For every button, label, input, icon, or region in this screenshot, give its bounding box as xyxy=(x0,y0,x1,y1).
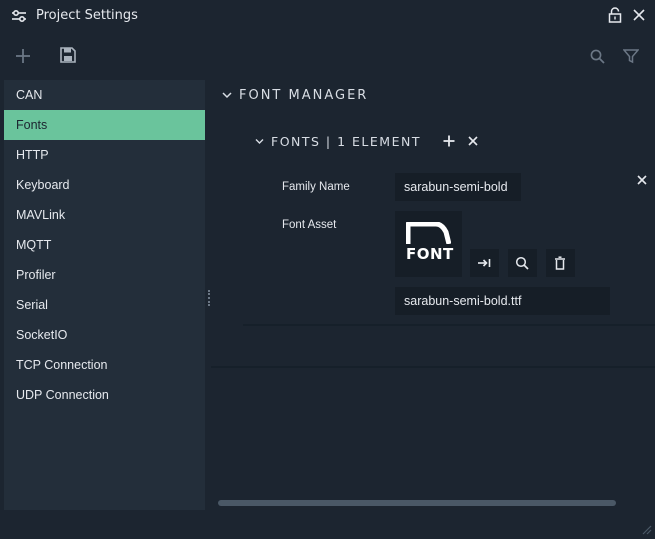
close-icon[interactable] xyxy=(632,8,646,22)
family-name-field[interactable]: sarabun-semi-bold xyxy=(395,173,521,201)
lock-icon[interactable] xyxy=(608,7,622,23)
find-asset-button[interactable] xyxy=(508,249,537,277)
sidebar-item-keyboard[interactable]: Keyboard xyxy=(4,170,205,200)
sidebar-item-http[interactable]: HTTP xyxy=(4,140,205,170)
status-bar xyxy=(0,516,655,539)
sidebar-item-mavlink[interactable]: MAVLink xyxy=(4,200,205,230)
family-name-label: Family Name xyxy=(282,181,350,193)
toolbar xyxy=(0,36,655,74)
fonts-list-header: FONTS | 1 ELEMENT xyxy=(271,134,421,149)
sidebar-item-serial[interactable]: Serial xyxy=(4,290,205,320)
sidebar-item-socketio[interactable]: SocketIO xyxy=(4,320,205,350)
main-panel: FONT MANAGER FONTS | 1 ELEMENT Family Na… xyxy=(211,80,655,510)
window-title: Project Settings xyxy=(36,8,138,23)
sidebar-item-tcp-connection[interactable]: TCP Connection xyxy=(4,350,205,380)
font-file-icon xyxy=(406,222,451,244)
clear-asset-button[interactable] xyxy=(546,249,575,277)
add-element-icon[interactable] xyxy=(443,135,455,147)
chevron-down-icon[interactable] xyxy=(255,137,264,146)
splitter-handle[interactable] xyxy=(208,290,210,306)
resize-grip-icon[interactable] xyxy=(640,523,652,535)
font-asset-filename[interactable]: sarabun-semi-bold.ttf xyxy=(395,287,610,315)
chevron-down-icon[interactable] xyxy=(222,90,232,100)
plus-icon[interactable] xyxy=(15,48,31,64)
font-asset-label: Font Asset xyxy=(282,219,337,231)
sidebar-item-udp-connection[interactable]: UDP Connection xyxy=(4,380,205,410)
section-divider xyxy=(211,366,655,368)
remove-element-icon[interactable] xyxy=(637,175,647,185)
search-icon xyxy=(515,256,529,270)
sliders-icon xyxy=(12,9,26,23)
trash-icon xyxy=(555,256,565,270)
assign-asset-button[interactable] xyxy=(470,249,499,277)
save-icon[interactable] xyxy=(60,47,76,63)
filter-icon[interactable] xyxy=(623,48,639,64)
sidebar-item-mqtt[interactable]: MQTT xyxy=(4,230,205,260)
sidebar-item-can[interactable]: CAN xyxy=(4,80,205,110)
sidebar: CAN Fonts HTTP Keyboard MAVLink MQTT Pro… xyxy=(4,80,205,510)
clear-list-icon[interactable] xyxy=(468,136,478,146)
font-asset-thumbnail[interactable]: FONT xyxy=(395,211,462,277)
horizontal-scrollbar[interactable] xyxy=(218,500,616,506)
sidebar-item-fonts[interactable]: Fonts xyxy=(4,110,205,140)
arrow-to-line-icon xyxy=(478,259,491,267)
title-bar: Project Settings xyxy=(0,0,655,32)
font-manager-title: FONT MANAGER xyxy=(239,88,369,103)
font-thumb-label: FONT xyxy=(406,245,454,263)
search-icon[interactable] xyxy=(590,49,605,64)
element-divider xyxy=(243,324,655,326)
sidebar-item-profiler[interactable]: Profiler xyxy=(4,260,205,290)
